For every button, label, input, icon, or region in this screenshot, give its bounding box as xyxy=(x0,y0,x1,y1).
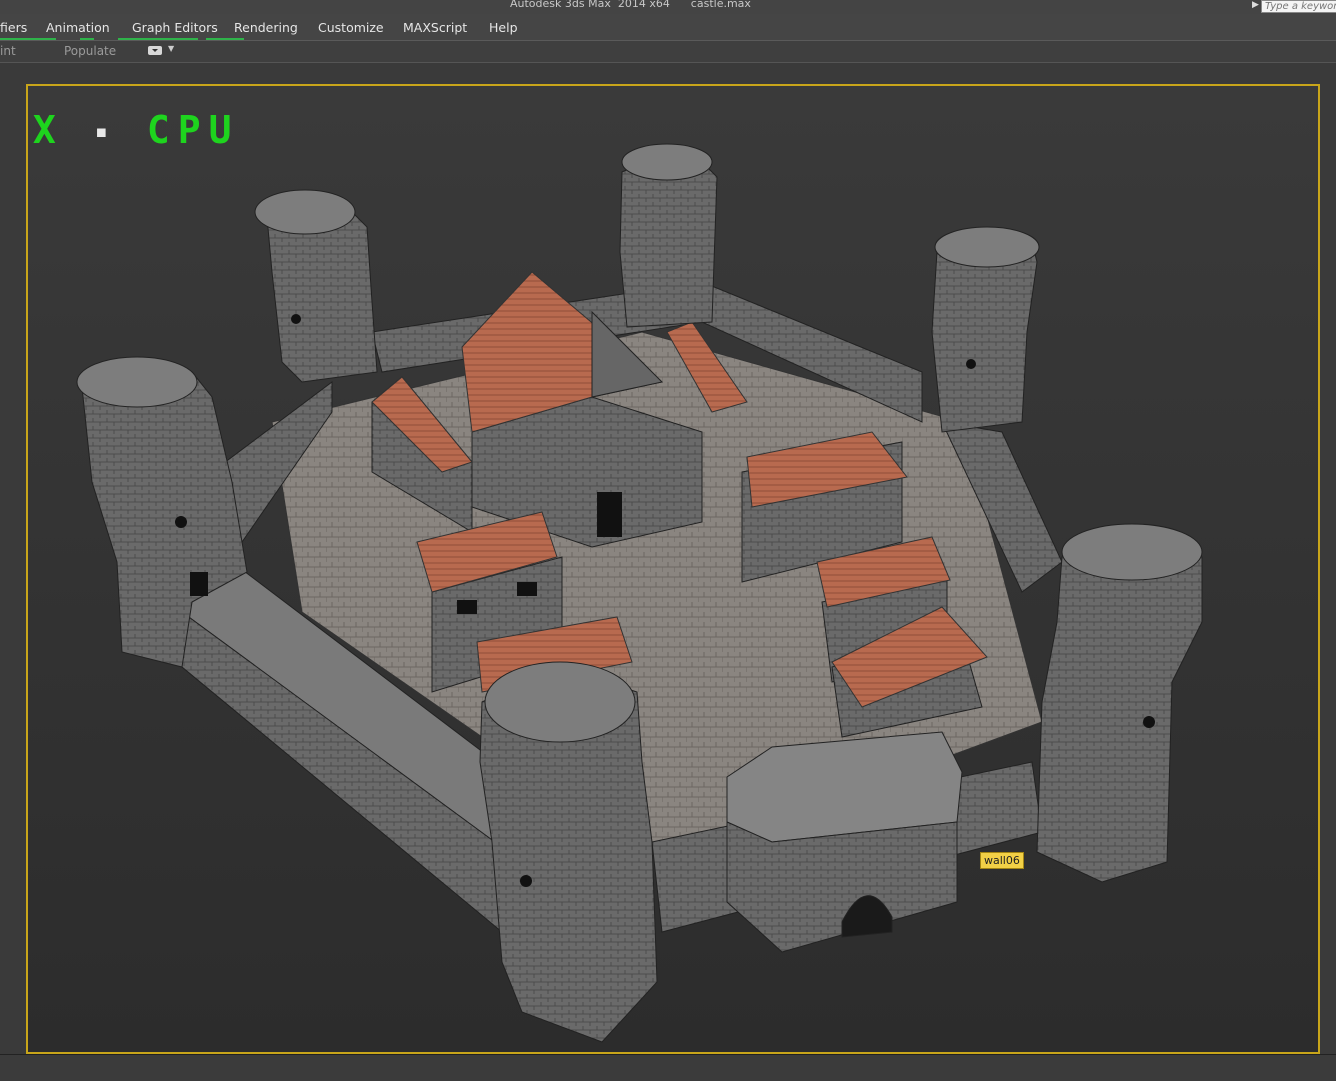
ribbon-tab-populate[interactable]: Populate xyxy=(64,44,116,58)
ribbon-toggle-icon[interactable] xyxy=(148,46,162,55)
ribbon-tab-paint[interactable]: int xyxy=(0,44,16,58)
menu-help[interactable]: Help xyxy=(489,20,518,35)
menu-modifiers[interactable]: fiers xyxy=(0,20,27,35)
keyword-search-input[interactable]: Type a keyword xyxy=(1261,0,1336,13)
hud-separator-icon: ▪ xyxy=(94,119,116,145)
search-arrow-icon[interactable]: ▶ xyxy=(1252,0,1259,10)
menu-customize[interactable]: Customize xyxy=(318,20,384,35)
menu-rendering[interactable]: Rendering xyxy=(234,20,298,35)
perspective-viewport[interactable]: SX ▪ CPU wall06 xyxy=(26,84,1320,1054)
ribbon-bar: int Populate ▼ xyxy=(0,40,1336,63)
menu-animation[interactable]: Animation xyxy=(46,20,110,35)
viewport-hud: SX ▪ CPU xyxy=(28,108,240,153)
menu-graph-editors[interactable]: Graph Editors xyxy=(132,20,218,35)
hud-label-x: X xyxy=(32,108,64,152)
status-bar xyxy=(0,1054,1336,1081)
castle-scene xyxy=(28,86,1318,1052)
menu-maxscript[interactable]: MAXScript xyxy=(403,20,467,35)
ribbon-panel-area xyxy=(0,62,1336,85)
hud-label-cpu: CPU xyxy=(146,108,240,152)
menu-bar: fiers Animation Graph Editors Rendering … xyxy=(0,14,1336,40)
right-panel xyxy=(1320,84,1336,1054)
chevron-down-icon[interactable]: ▼ xyxy=(168,44,174,53)
title-bar: Autodesk 3ds Max 2014 x64 castle.max ▶ T… xyxy=(0,0,1336,14)
left-panel xyxy=(0,84,26,1054)
hud-label-s: S xyxy=(28,108,33,152)
window-title: Autodesk 3ds Max 2014 x64 castle.max xyxy=(510,0,751,10)
object-tooltip: wall06 xyxy=(980,852,1024,869)
